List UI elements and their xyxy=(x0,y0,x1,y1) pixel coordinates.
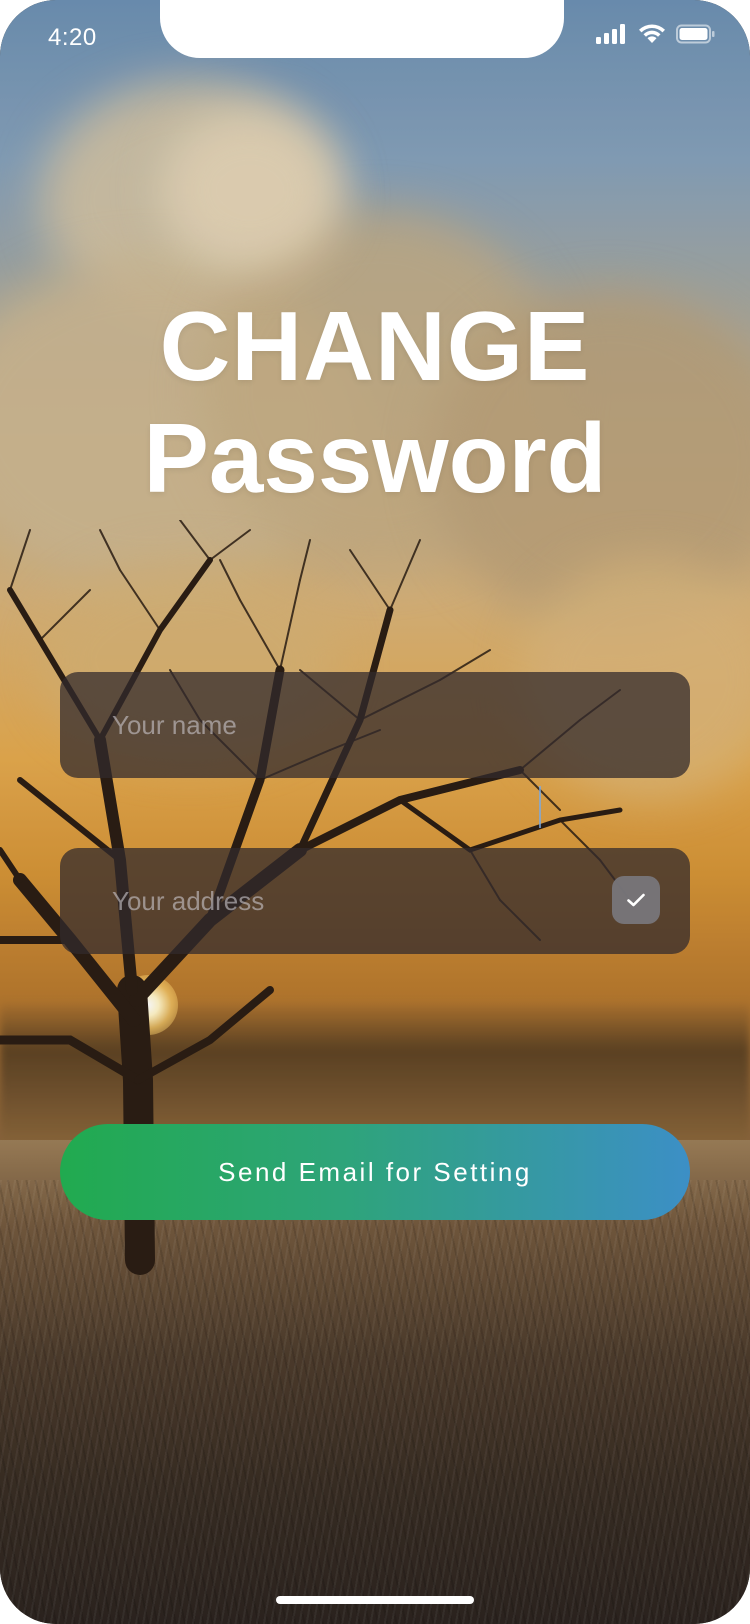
wifi-icon xyxy=(639,24,665,43)
checkmark-icon xyxy=(627,893,645,907)
status-icons xyxy=(596,24,716,44)
name-field[interactable] xyxy=(60,672,690,778)
address-verified-checkbox[interactable] xyxy=(612,876,660,924)
name-input[interactable] xyxy=(110,708,554,742)
signal-icon xyxy=(596,24,625,44)
device-notch xyxy=(160,0,564,58)
phone-screen: 4:20 CHANGE Password Your name Your addr… xyxy=(0,0,750,1624)
address-field[interactable] xyxy=(60,848,690,954)
page-title-line1: CHANGE xyxy=(159,291,591,401)
address-input[interactable] xyxy=(110,884,554,918)
send-email-button[interactable]: Send Email for Setting xyxy=(60,1124,690,1220)
home-indicator[interactable] xyxy=(276,1596,474,1604)
battery-icon xyxy=(676,24,715,44)
page-title-line2: Password xyxy=(143,403,607,513)
page-title: CHANGE Password xyxy=(0,296,750,520)
status-time: 4:20 xyxy=(48,24,97,51)
background-photo xyxy=(0,0,750,1624)
text-cursor xyxy=(539,786,541,828)
